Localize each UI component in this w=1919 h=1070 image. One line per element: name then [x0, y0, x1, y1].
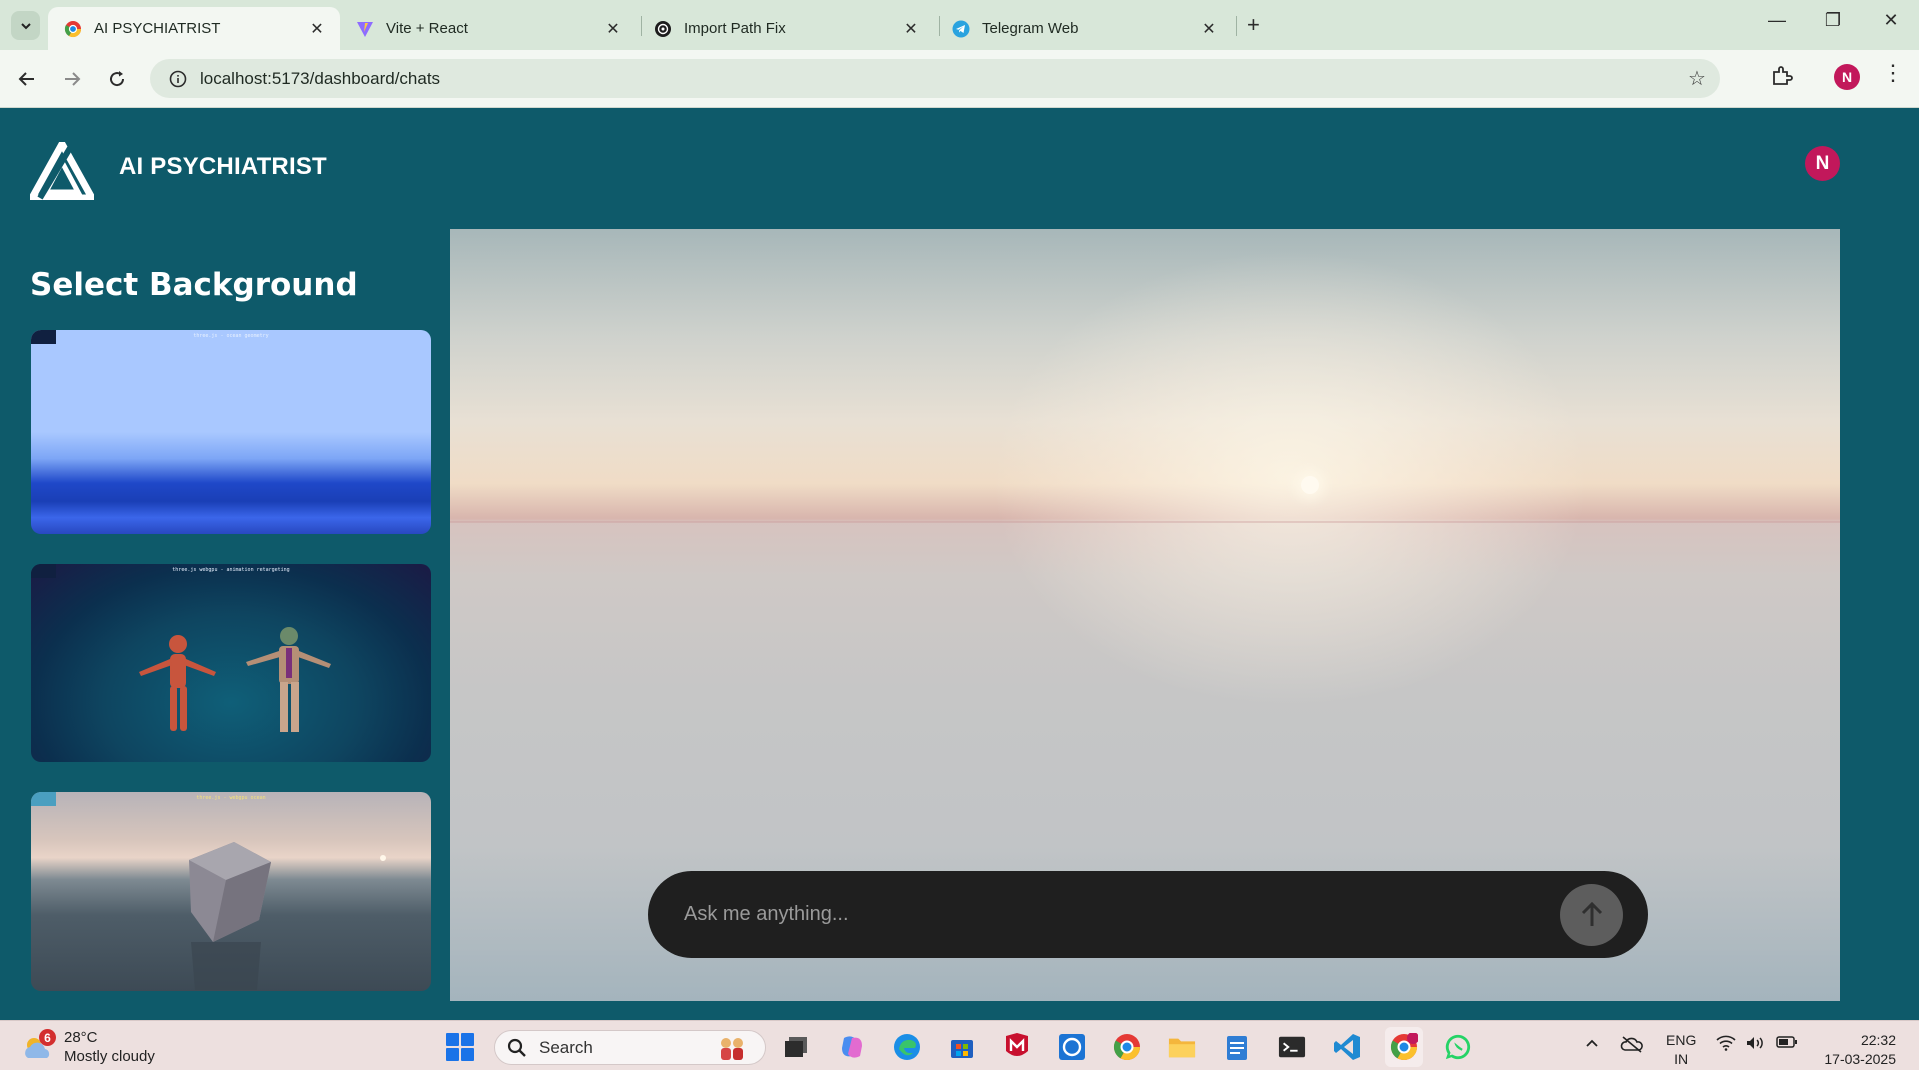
onedrive-offline-icon[interactable] [1620, 1035, 1644, 1056]
search-highlight-icon [721, 1038, 743, 1060]
background-option-ocean[interactable]: three.js - ocean geometry [31, 330, 431, 534]
tab-import-path-fix[interactable]: Import Path Fix ✕ [638, 7, 934, 50]
clock-time: 22:32 [1860, 1032, 1896, 1048]
language-code: ENG [1666, 1032, 1697, 1048]
language-region: IN [1674, 1051, 1689, 1067]
terminal-icon[interactable] [1278, 1033, 1306, 1061]
tab-vite-react[interactable]: Vite + React ✕ [340, 7, 636, 50]
show-hidden-icons-chevron-icon[interactable] [1584, 1035, 1600, 1054]
notepad-icon[interactable] [1223, 1033, 1251, 1061]
search-icon [507, 1038, 526, 1057]
openai-icon [654, 20, 672, 38]
menu-kebab-icon[interactable]: ⋮ [1882, 60, 1904, 86]
profile-avatar: N [1834, 64, 1860, 90]
chrome-favicon [64, 20, 82, 38]
app-root: AI PSYCHIATRIST N Select Background thre… [0, 109, 1919, 1020]
weather-widget[interactable]: 6 28°C Mostly cloudy [20, 1028, 155, 1066]
weather-alert-badge: 6 [39, 1029, 56, 1046]
sky-glow [990, 249, 1590, 709]
extensions-icon[interactable] [1770, 64, 1794, 93]
site-info-icon[interactable] [160, 70, 196, 88]
language-indicator[interactable]: ENG IN [1666, 1031, 1696, 1069]
file-explorer-icon[interactable] [1168, 1033, 1196, 1061]
battery-icon[interactable] [1776, 1035, 1798, 1052]
browser-tab-bar: AI PSYCHIATRIST ✕ Vite + React ✕ Import … [0, 0, 1919, 50]
close-icon[interactable]: ✕ [1200, 19, 1218, 39]
address-bar[interactable]: localhost:5173/dashboard/chats ☆ [150, 59, 1720, 98]
restore-button[interactable]: ❐ [1818, 10, 1848, 31]
telegram-icon [952, 20, 970, 38]
whatsapp-icon[interactable] [1444, 1033, 1472, 1061]
select-background-heading: Select Background [30, 267, 358, 303]
os-taskbar: 6 28°C Mostly cloudy Search ENG IN 22:32… [0, 1020, 1919, 1070]
search-label: Search [539, 1037, 593, 1057]
user-avatar[interactable]: N [1805, 146, 1840, 181]
weather-temp: 28°C [64, 1029, 98, 1046]
arrow-left-icon [18, 72, 34, 86]
close-window-button[interactable]: ✕ [1876, 10, 1906, 31]
chat-input[interactable] [684, 892, 1524, 936]
forward-button[interactable] [59, 66, 85, 92]
vite-icon [356, 20, 374, 38]
sun [1301, 476, 1319, 494]
arrow-up-icon [1581, 901, 1602, 926]
task-view-icon[interactable] [782, 1033, 810, 1061]
edge-icon[interactable] [893, 1033, 921, 1061]
close-icon[interactable]: ✕ [308, 19, 326, 39]
arrow-right-icon [65, 72, 81, 86]
tab-title: Vite + React [386, 20, 468, 37]
reload-button[interactable] [104, 66, 130, 92]
weather-condition: Mostly cloudy [64, 1048, 155, 1065]
address-url[interactable]: localhost:5173/dashboard/chats [200, 69, 1682, 89]
vscode-icon[interactable] [1333, 1033, 1361, 1061]
close-icon[interactable]: ✕ [902, 19, 920, 39]
volume-icon[interactable] [1745, 1035, 1765, 1054]
tab-ai-psychiatrist[interactable]: AI PSYCHIATRIST ✕ [48, 7, 340, 50]
tab-separator [1236, 16, 1237, 36]
horizon-line [450, 521, 1840, 523]
bookmark-star-icon[interactable]: ☆ [1682, 66, 1712, 91]
new-tab-button[interactable]: + [1247, 12, 1260, 38]
chevron-down-icon [20, 22, 31, 29]
chrome-active-icon[interactable] [1385, 1027, 1423, 1067]
background-option-sunset-cube[interactable]: three.js - webgpu ocean [31, 792, 431, 991]
profile-button[interactable]: N [1834, 64, 1860, 90]
tab-list-button[interactable] [11, 11, 40, 40]
character-figures-image [139, 627, 331, 732]
chat-input-bar [648, 871, 1648, 958]
microsoft-store-icon[interactable] [948, 1033, 976, 1061]
chrome-icon[interactable] [1113, 1033, 1141, 1061]
copilot-icon[interactable] [838, 1033, 866, 1061]
reload-icon [110, 71, 125, 87]
app-brand-title: AI PSYCHIATRIST [119, 153, 327, 180]
browser-toolbar: localhost:5173/dashboard/chats ☆ N ⋮ [0, 50, 1919, 108]
tab-telegram-web[interactable]: Telegram Web ✕ [936, 7, 1232, 50]
clock-date: 17-03-2025 [1824, 1051, 1896, 1067]
windows-logo-icon [446, 1033, 459, 1046]
system-clock[interactable]: 22:32 17-03-2025 [1816, 1031, 1896, 1069]
cube-image [189, 842, 386, 990]
send-button[interactable] [1560, 884, 1623, 946]
tab-title: Import Path Fix [684, 20, 786, 37]
tab-title: AI PSYCHIATRIST [94, 20, 221, 37]
app-logo [30, 142, 94, 200]
cortana-icon[interactable] [1058, 1033, 1086, 1061]
tab-title: Telegram Web [982, 20, 1079, 37]
back-button[interactable] [14, 66, 40, 92]
minimize-button[interactable]: — [1762, 10, 1792, 31]
background-option-animation[interactable]: three.js webgpu - animation retargeting [31, 564, 431, 762]
taskbar-search[interactable]: Search [494, 1030, 766, 1065]
background-caption: three.js - ocean geometry [193, 333, 269, 339]
start-button[interactable] [446, 1033, 474, 1061]
mcafee-icon[interactable] [1003, 1033, 1031, 1061]
close-icon[interactable]: ✕ [604, 19, 622, 39]
cloudy-weather-icon: 6 [20, 1029, 56, 1063]
wifi-icon[interactable] [1716, 1035, 1736, 1054]
